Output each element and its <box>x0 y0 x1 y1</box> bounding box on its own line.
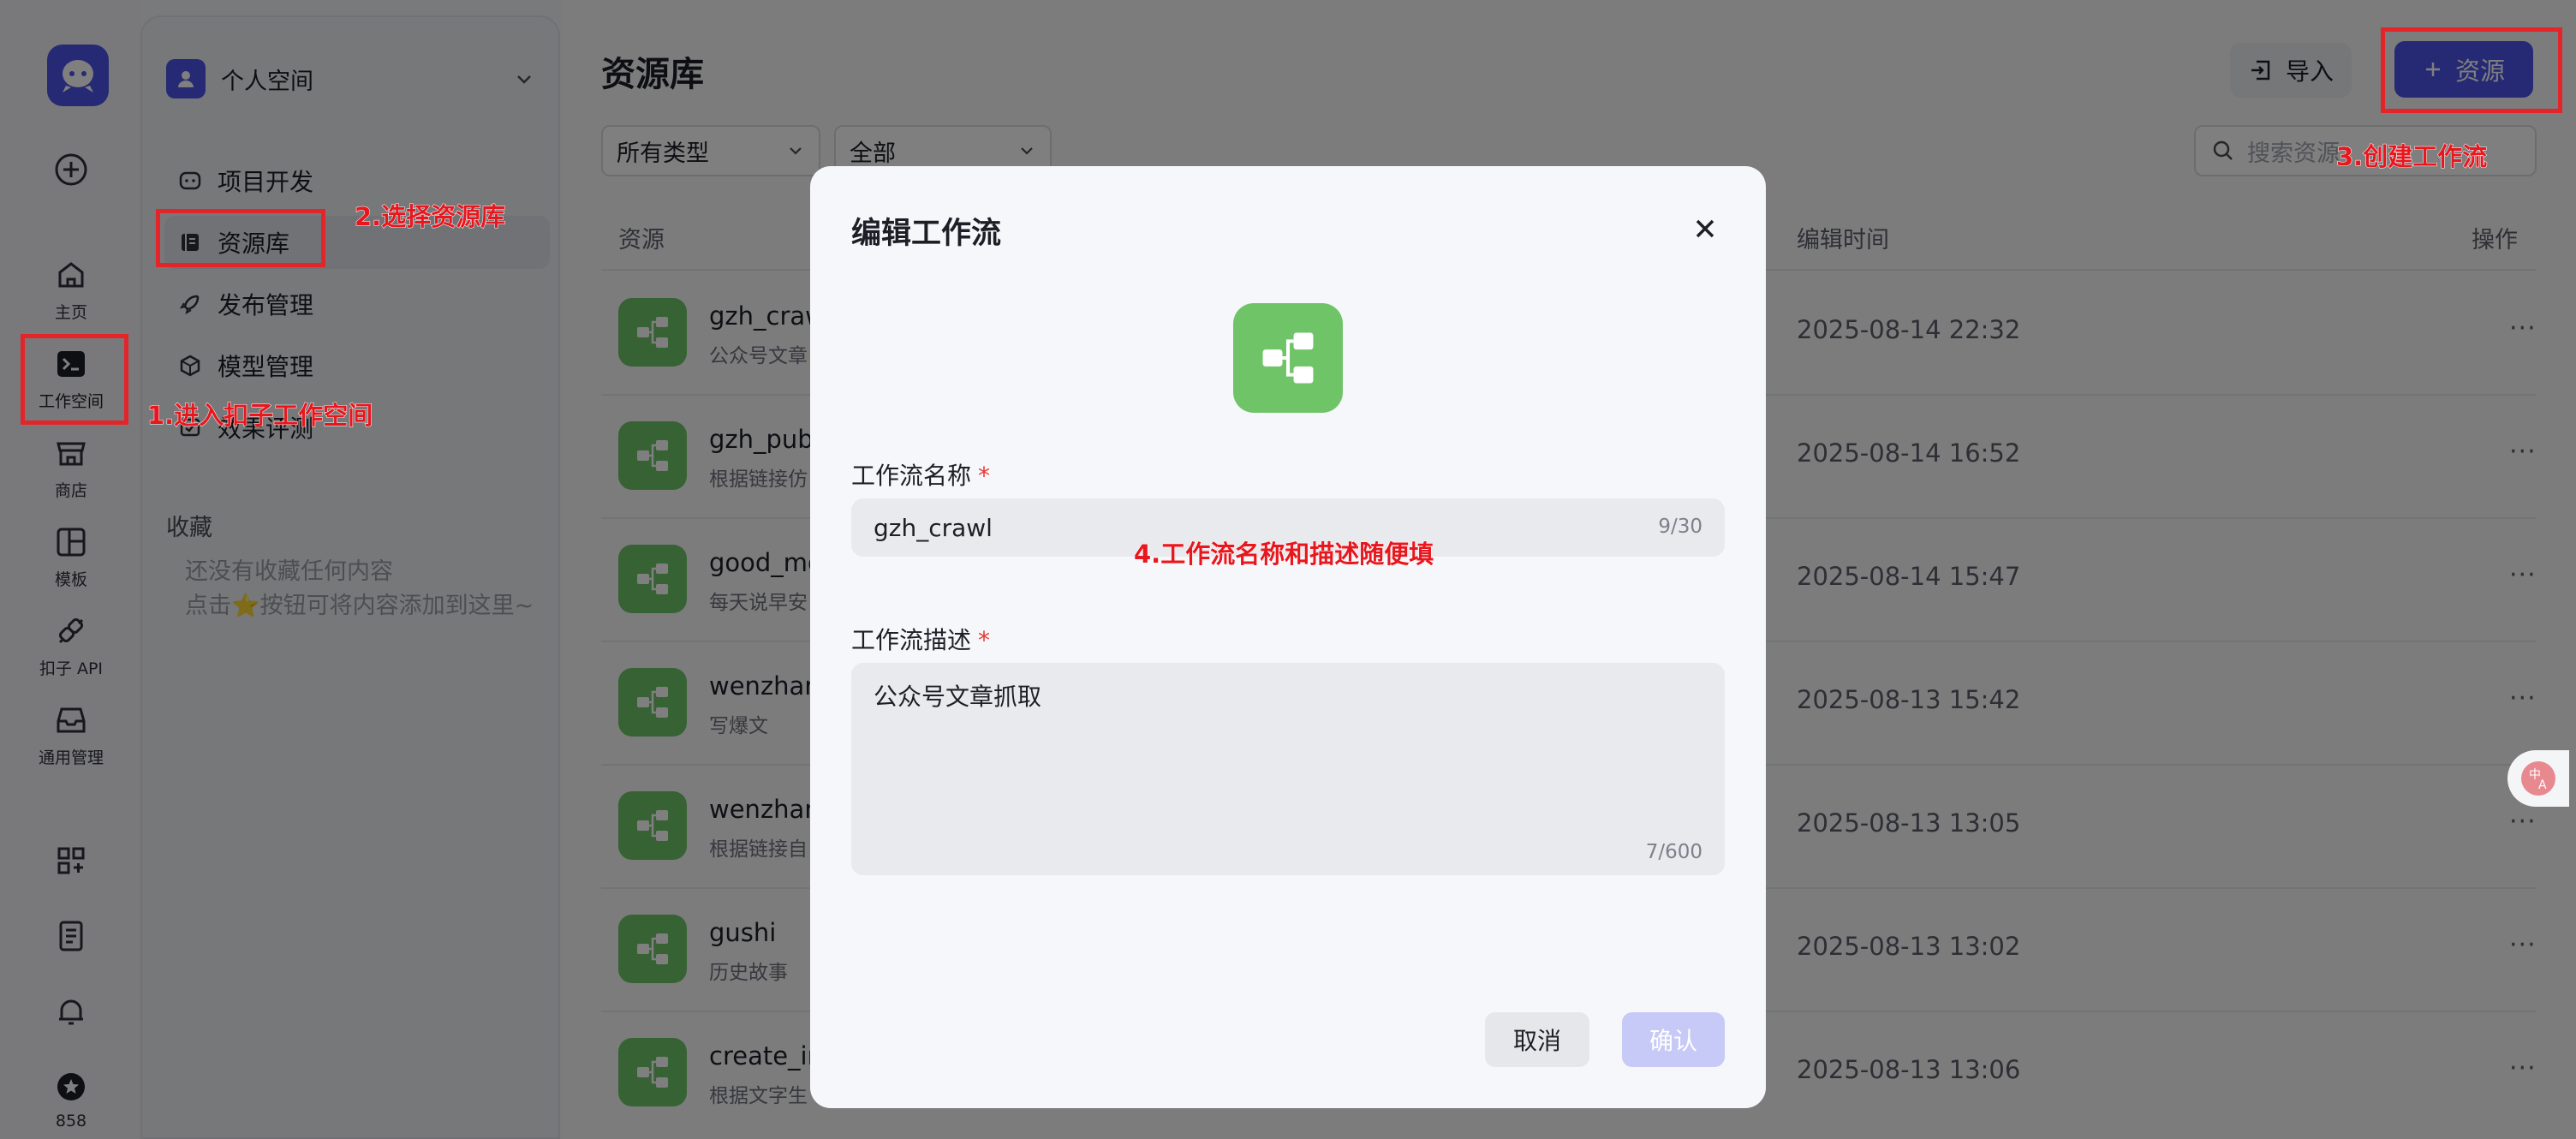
workflow-name-label-text: 工作流名称 <box>851 462 972 490</box>
annotation-step1: 1.进入扣子工作空间 <box>146 401 373 431</box>
workflow-desc-value: 公众号文章抓取 <box>874 683 1042 711</box>
workflow-name-count: 9/30 <box>1658 516 1702 538</box>
cancel-button[interactable]: 取消 <box>1485 1012 1589 1067</box>
workflow-name-label: 工作流名称 * <box>851 457 990 492</box>
annotation-box-library <box>156 209 325 267</box>
annotation-box-add-resource <box>2381 27 2562 113</box>
confirm-button[interactable]: 确认 <box>1622 1012 1725 1067</box>
workflow-desc-count: 7/600 <box>1645 841 1702 863</box>
annotation-step3: 3.创建工作流 <box>2335 142 2488 172</box>
workflow-desc-label-text: 工作流描述 <box>851 626 972 654</box>
translate-icon[interactable]: 中A <box>2507 750 2569 807</box>
workflow-desc-label: 工作流描述 * <box>851 622 990 656</box>
required-mark: * <box>978 462 991 490</box>
annotation-step4: 4.工作流名称和描述随便填 <box>1133 540 1434 570</box>
annotation-box-workspace <box>21 334 128 425</box>
workflow-desc-textarea[interactable]: 公众号文章抓取 7/600 <box>851 663 1725 875</box>
svg-text:A: A <box>2538 778 2547 792</box>
edit-workflow-dialog: 编辑工作流 工作流名称 * gzh_crawl 9/30 工作流描述 * 公众号文章… <box>810 166 1766 1108</box>
dialog-title: 编辑工作流 <box>851 217 1002 251</box>
close-icon[interactable] <box>1687 211 1723 247</box>
workflow-name-value: gzh_crawl <box>874 514 993 542</box>
annotation-step2: 2.选择资源库 <box>354 202 506 232</box>
workflow-avatar-icon[interactable] <box>1233 303 1343 413</box>
required-mark: * <box>978 626 991 654</box>
